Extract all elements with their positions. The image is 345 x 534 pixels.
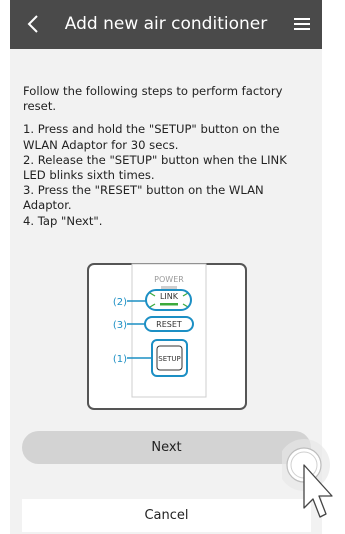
step-item: 4. Tap "Next". [23,213,103,228]
callout-3: (3) [113,320,127,331]
cancel-button[interactable]: Cancel [22,499,311,532]
link-label: LINK [160,292,179,301]
step-item: 1. Press and hold the "SETUP" button on … [23,122,280,152]
next-button[interactable]: Next [22,431,311,464]
step-item: 3. Press the "RESET" button on the WLAN … [23,183,264,213]
chevron-left-icon[interactable] [22,12,46,36]
wlan-adaptor-diagram: POWER LINK RESET SETUP (2) (3) (1) [87,263,247,410]
app-screen: Add new air conditioner Follow the follo… [10,0,322,534]
intro-text: Follow the following steps to perform fa… [23,84,283,114]
steps-list: 1. Press and hold the "SETUP" button on … [23,122,313,228]
tap-cursor-icon [282,439,333,518]
hamburger-menu-icon[interactable] [292,14,312,34]
callout-1: (1) [113,354,127,365]
reset-label: RESET [156,320,182,329]
power-led [161,286,177,289]
step-item: 2. Release the "SETUP" button when the L… [23,152,287,183]
power-label: POWER [154,275,184,284]
header-bar: Add new air conditioner [10,0,322,49]
instructions: Follow the following steps to perform fa… [23,84,313,229]
setup-label: SETUP [158,355,181,363]
page-title: Add new air conditioner [64,14,268,34]
link-led [160,303,178,306]
callout-2: (2) [113,297,127,308]
